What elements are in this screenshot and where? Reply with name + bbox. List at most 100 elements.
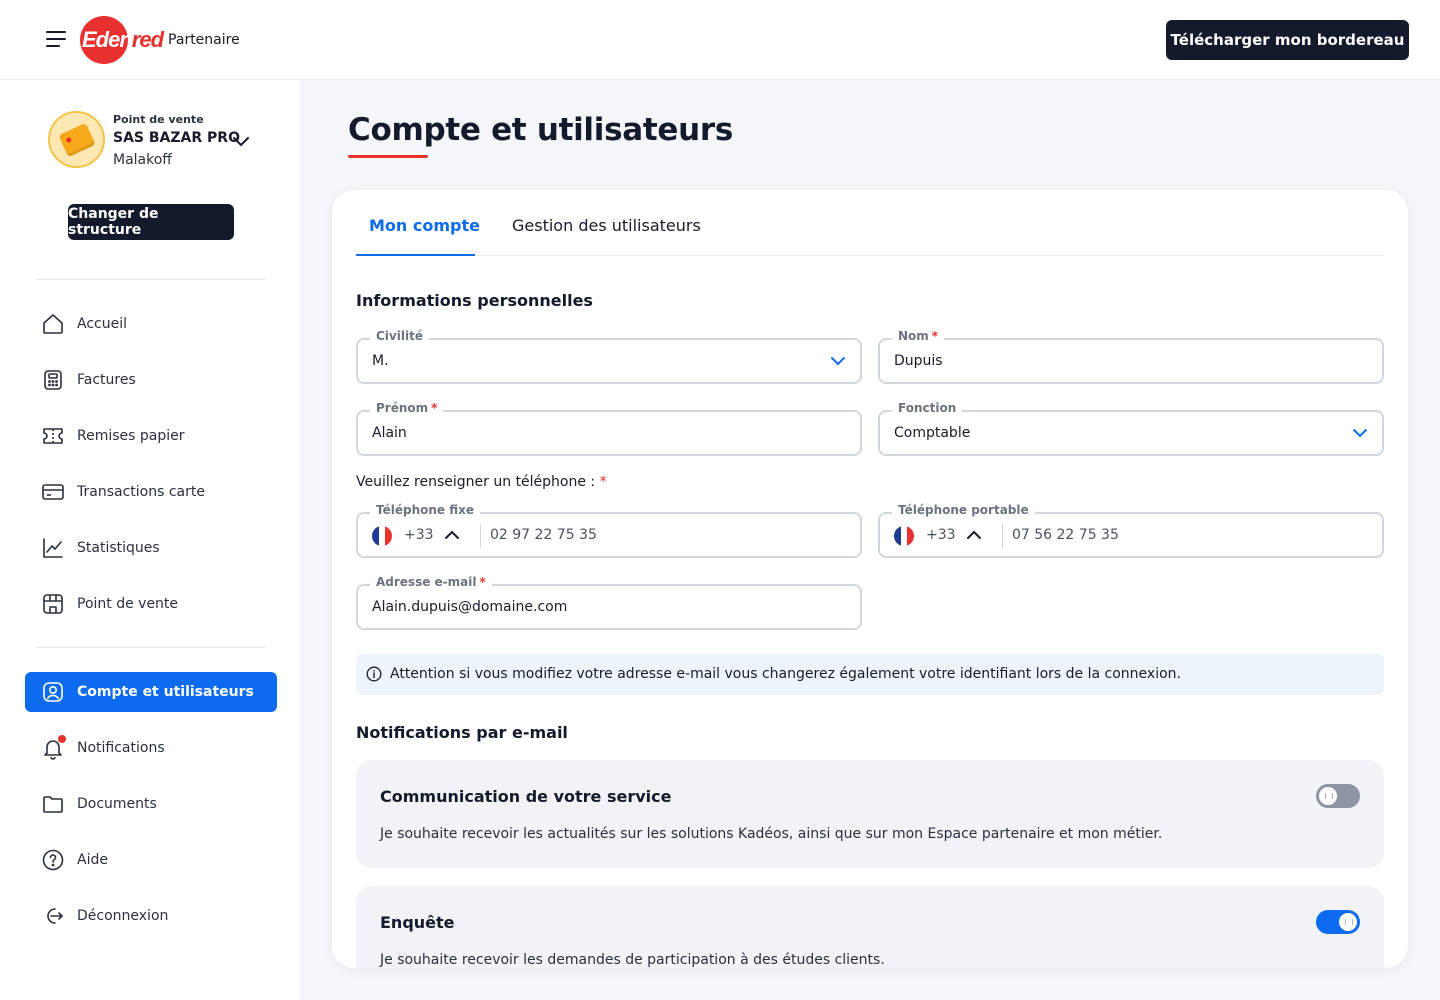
tab-bar: Mon compte Gestion des utilisateurs [356, 190, 1384, 256]
country-code: +33 [404, 527, 434, 543]
sidebar-item-compte-utilisateurs[interactable]: Compte et utilisateurs [25, 672, 277, 712]
logo-prefix: Eden [82, 27, 133, 52]
section-title-personal: Informations personnelles [356, 291, 593, 310]
store-avatar [48, 111, 105, 168]
tab-mon-compte[interactable]: Mon compte [369, 216, 480, 235]
sidebar-item-label: Accueil [77, 316, 127, 332]
email-field[interactable]: Adresse e-mail * Alain.dupuis@domaine.com [356, 575, 862, 630]
home-icon [41, 312, 65, 336]
required-mark: * [479, 575, 486, 589]
title-underline [348, 155, 428, 158]
invoice-icon [41, 368, 65, 392]
civilite-value: M. [372, 353, 389, 369]
sidebar-item-notifications[interactable]: Notifications [25, 728, 277, 768]
sidebar-item-statistiques[interactable]: Statistiques [25, 528, 277, 568]
nom-label: Nom [898, 329, 929, 343]
chevron-up-icon[interactable] [966, 529, 982, 541]
country-code: +33 [926, 527, 956, 543]
field-label: Prénom * [370, 401, 444, 415]
logout-icon [41, 904, 65, 928]
field-label: Nom * [892, 329, 945, 343]
france-flag-icon [894, 526, 914, 546]
sidebar-item-accueil[interactable]: Accueil [25, 304, 277, 344]
email-warning-text: Attention si vous modifiez votre adresse… [390, 666, 1181, 682]
prenom-value: Alain [372, 425, 407, 441]
field-label: Fonction [892, 401, 963, 415]
sidebar-item-label: Remises papier [77, 428, 185, 444]
logo-suffix: red [131, 27, 164, 52]
user-icon [41, 680, 65, 704]
nom-value: Dupuis [894, 353, 943, 369]
ticket-icon [41, 424, 65, 448]
chart-icon [41, 536, 65, 560]
sidebar-item-label: Factures [77, 372, 136, 388]
help-icon [41, 848, 65, 872]
chevron-up-icon[interactable] [444, 529, 460, 541]
email-value: Alain.dupuis@domaine.com [372, 599, 568, 615]
prenom-field[interactable]: Prénom * Alain [356, 401, 862, 456]
card-icon [41, 480, 65, 504]
telephone-fixe-field[interactable]: Téléphone fixe +33 02 97 22 75 35 [356, 503, 862, 558]
sidebar-item-label: Compte et utilisateurs [77, 684, 254, 700]
page-title: Compte et utilisateurs [348, 112, 734, 148]
notification-title: Enquête [380, 913, 455, 932]
tel-portable-label: Téléphone portable [898, 503, 1029, 517]
notification-title: Communication de votre service [380, 787, 672, 806]
chevron-down-icon [831, 357, 845, 366]
card-icon [57, 122, 96, 157]
toggle-knob [1339, 913, 1357, 931]
notification-card-communication: Communication de votre service Je souhai… [356, 760, 1384, 868]
chevron-down-icon [1353, 429, 1367, 438]
section-title-notifications: Notifications par e-mail [356, 723, 568, 742]
tel-fixe-label: Téléphone fixe [376, 503, 474, 517]
fonction-select[interactable]: Fonction Comptable [878, 401, 1384, 456]
telephone-portable-field[interactable]: Téléphone portable +33 07 56 22 75 35 [878, 503, 1384, 558]
sidebar-item-aide[interactable]: Aide [25, 840, 277, 880]
notification-description: Je souhaite recevoir les demandes de par… [380, 952, 885, 968]
point-de-vente-name: SAS BAZAR PRO [113, 130, 240, 146]
sidebar-item-remises-papier[interactable]: Remises papier [25, 416, 277, 456]
fonction-label: Fonction [898, 401, 957, 415]
point-de-vente-city: Malakoff [113, 152, 172, 168]
email-warning-banner: Attention si vous modifiez votre adresse… [356, 654, 1384, 695]
sidebar-item-label: Documents [77, 796, 157, 812]
sidebar-item-documents[interactable]: Documents [25, 784, 277, 824]
fonction-value: Comptable [894, 425, 971, 441]
change-structure-button[interactable]: Changer de structure [68, 204, 234, 240]
phone-prompt-text: Veuillez renseigner un téléphone : [356, 474, 596, 490]
chevron-down-icon[interactable] [232, 134, 250, 148]
enquete-toggle[interactable] [1316, 910, 1360, 934]
communication-toggle[interactable] [1316, 784, 1360, 808]
sidebar: Point de vente SAS BAZAR PRO Malakoff Ch… [0, 80, 300, 1000]
email-label: Adresse e-mail [376, 575, 477, 589]
civilite-select[interactable]: Civilité M. [356, 329, 862, 384]
toggle-knob [1319, 787, 1337, 805]
sidebar-item-label: Transactions carte [77, 484, 205, 500]
notification-dot [58, 735, 66, 743]
sidebar-item-label: Déconnexion [77, 908, 169, 924]
tab-gestion-utilisateurs[interactable]: Gestion des utilisateurs [512, 216, 701, 235]
field-label: Adresse e-mail * [370, 575, 492, 589]
field-label: Téléphone portable [892, 503, 1035, 517]
sidebar-divider [37, 279, 265, 280]
menu-icon[interactable] [46, 31, 66, 49]
required-mark: * [431, 401, 438, 415]
notification-description: Je souhaite recevoir les actualités sur … [380, 826, 1163, 842]
download-bordereau-button[interactable]: Télécharger mon bordereau [1166, 20, 1409, 60]
top-header: Edenred Partenaire Télécharger mon borde… [0, 0, 1440, 80]
bell-icon [41, 735, 66, 760]
sidebar-item-deconnexion[interactable]: Déconnexion [25, 896, 277, 936]
phone-divider [1002, 524, 1003, 548]
sidebar-item-label: Statistiques [77, 540, 160, 556]
active-tab-indicator [356, 254, 475, 256]
point-de-vente-caption: Point de vente [113, 113, 204, 126]
nom-field[interactable]: Nom * Dupuis [878, 329, 1384, 384]
prenom-label: Prénom [376, 401, 429, 415]
telephone-portable-value: 07 56 22 75 35 [1012, 527, 1119, 543]
sidebar-item-label: Notifications [77, 740, 165, 756]
sidebar-item-point-de-vente[interactable]: Point de vente [25, 584, 277, 624]
sidebar-item-factures[interactable]: Factures [25, 360, 277, 400]
sidebar-item-transactions-carte[interactable]: Transactions carte [25, 472, 277, 512]
edenred-logo[interactable]: Edenred Partenaire [80, 16, 240, 64]
phone-divider [480, 524, 481, 548]
